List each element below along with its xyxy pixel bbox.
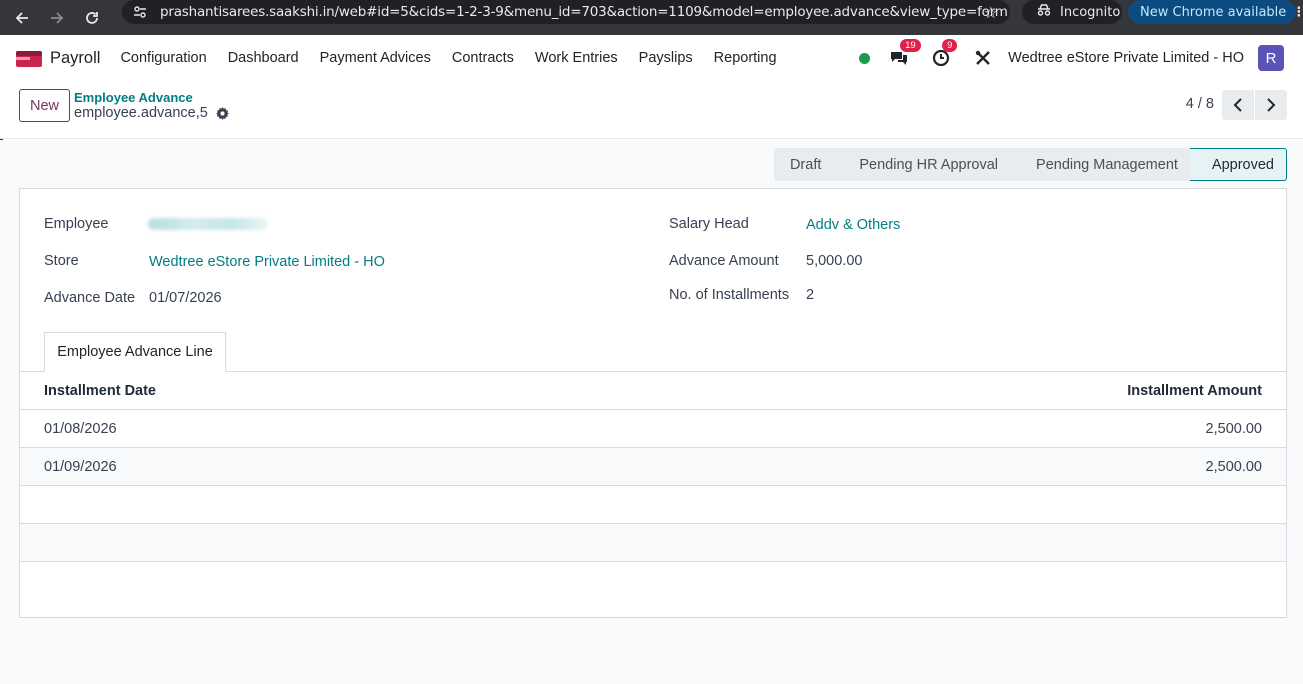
new-button[interactable]: New xyxy=(19,89,70,122)
stage-draft-label: Draft xyxy=(789,156,822,173)
status-bar: Draft Pending HR Approval Pending Manage… xyxy=(773,148,1287,181)
bookmark-star-icon[interactable]: ☆ xyxy=(984,3,998,22)
cell-installment-amount: 2,500.00 xyxy=(1205,458,1262,475)
salary-head-label: Salary Head xyxy=(669,216,749,232)
activities-clock-icon[interactable]: 9 xyxy=(930,39,958,69)
empty-row xyxy=(20,562,1286,600)
cell-installment-date: 01/09/2026 xyxy=(44,458,117,475)
systray: 19 9 Wedtree eStore Private Limited - HO… xyxy=(859,35,1303,81)
stage-pending-hr-label: Pending HR Approval xyxy=(859,156,999,173)
reload-icon[interactable] xyxy=(79,5,105,31)
header-installment-date[interactable]: Installment Date xyxy=(44,383,156,399)
installments-value[interactable]: 2 xyxy=(806,287,814,303)
pager-value[interactable]: 4 / 8 xyxy=(1186,96,1214,112)
stage-draft[interactable]: Draft xyxy=(773,148,834,181)
stage-approved-label: Approved xyxy=(1211,156,1274,173)
stage-approved[interactable]: Approved xyxy=(1189,148,1287,181)
table-row[interactable]: 01/08/2026 2,500.00 xyxy=(20,410,1286,448)
online-status-icon xyxy=(859,52,871,64)
chevron-left-icon xyxy=(1233,98,1242,112)
tab-employee-advance-line[interactable]: Employee Advance Line xyxy=(44,332,226,372)
debug-tools-icon[interactable] xyxy=(972,47,994,69)
advance-amount-value[interactable]: 5,000.00 xyxy=(806,253,862,269)
messages-badge: 19 xyxy=(900,39,921,52)
chevron-right-icon xyxy=(1267,98,1276,112)
salary-head-value[interactable]: Addv & Others xyxy=(806,217,900,233)
incognito-indicator[interactable]: Incognito xyxy=(1022,0,1122,24)
breadcrumb-parent[interactable]: Employee Advance xyxy=(74,90,193,105)
cell-installment-amount: 2,500.00 xyxy=(1205,420,1262,437)
menu-reporting[interactable]: Reporting xyxy=(714,50,777,66)
employee-label: Employee xyxy=(44,216,109,232)
back-icon[interactable] xyxy=(9,5,35,31)
forward-icon[interactable] xyxy=(44,5,70,31)
empty-row xyxy=(20,486,1286,524)
messages-icon[interactable]: 19 xyxy=(888,39,921,69)
form-sheet: Employee Store Wedtree eStore Private Li… xyxy=(19,188,1287,618)
menu-contracts[interactable]: Contracts xyxy=(452,50,514,66)
menu-payment-advices[interactable]: Payment Advices xyxy=(320,50,431,66)
address-url[interactable]: prashantisarees.saakshi.in/web#id=5&cids… xyxy=(160,4,1008,20)
pager-next-button[interactable] xyxy=(1255,90,1287,120)
table-header-row: Installment Date Installment Amount xyxy=(20,372,1286,410)
stage-pending-management[interactable]: Pending Management xyxy=(1010,148,1190,181)
site-settings-icon[interactable] xyxy=(132,4,148,20)
menu-configuration[interactable]: Configuration xyxy=(120,50,206,66)
address-bar[interactable]: prashantisarees.saakshi.in/web#id=5&cids… xyxy=(122,0,1010,24)
empty-row xyxy=(20,524,1286,562)
browser-toolbar: prashantisarees.saakshi.in/web#id=5&cids… xyxy=(0,0,1303,35)
update-label: New Chrome available xyxy=(1140,4,1287,20)
menu-dashboard[interactable]: Dashboard xyxy=(228,50,299,66)
breadcrumb-current-wrap: employee.advance,5 xyxy=(74,105,229,121)
new-chrome-available-button[interactable]: New Chrome available ⋮ xyxy=(1128,0,1303,24)
more-vert-icon[interactable]: ⋮ xyxy=(1292,5,1303,20)
control-panel: New Employee Advance employee.advance,5 … xyxy=(0,81,1303,139)
header-installment-amount[interactable]: Installment Amount xyxy=(1127,383,1262,399)
app-brand[interactable]: Payroll xyxy=(50,49,100,68)
user-avatar[interactable]: R xyxy=(1258,45,1284,71)
menu-payslips[interactable]: Payslips xyxy=(639,50,693,66)
stage-pending-management-label: Pending Management xyxy=(1036,156,1178,173)
company-switcher[interactable]: Wedtree eStore Private Limited - HO xyxy=(1008,50,1244,66)
table-row[interactable]: 01/09/2026 2,500.00 xyxy=(20,448,1286,486)
employee-value-redacted[interactable] xyxy=(148,218,268,230)
main-navbar: Payroll Configuration Dashboard Payment … xyxy=(0,35,1303,81)
store-label: Store xyxy=(44,253,79,269)
gear-icon[interactable] xyxy=(215,106,229,120)
installment-table: Installment Date Installment Amount 01/0… xyxy=(20,372,1286,600)
store-value[interactable]: Wedtree eStore Private Limited - HO xyxy=(149,254,385,270)
activities-badge: 9 xyxy=(942,39,958,52)
payroll-app-icon[interactable] xyxy=(16,48,42,68)
incognito-icon xyxy=(1036,3,1052,21)
advance-date-value[interactable]: 01/07/2026 xyxy=(149,290,222,306)
advance-amount-label: Advance Amount xyxy=(669,253,779,269)
menu-work-entries[interactable]: Work Entries xyxy=(535,50,618,66)
cell-installment-date: 01/08/2026 xyxy=(44,420,117,437)
installments-label: No. of Installments xyxy=(669,287,790,303)
pager-previous-button[interactable] xyxy=(1222,90,1254,120)
breadcrumb-current: employee.advance,5 xyxy=(74,105,208,121)
stage-pending-hr-approval[interactable]: Pending HR Approval xyxy=(833,148,1011,181)
tab-label: Employee Advance Line xyxy=(57,344,213,360)
incognito-label: Incognito xyxy=(1060,4,1121,20)
advance-date-label: Advance Date xyxy=(44,290,136,306)
